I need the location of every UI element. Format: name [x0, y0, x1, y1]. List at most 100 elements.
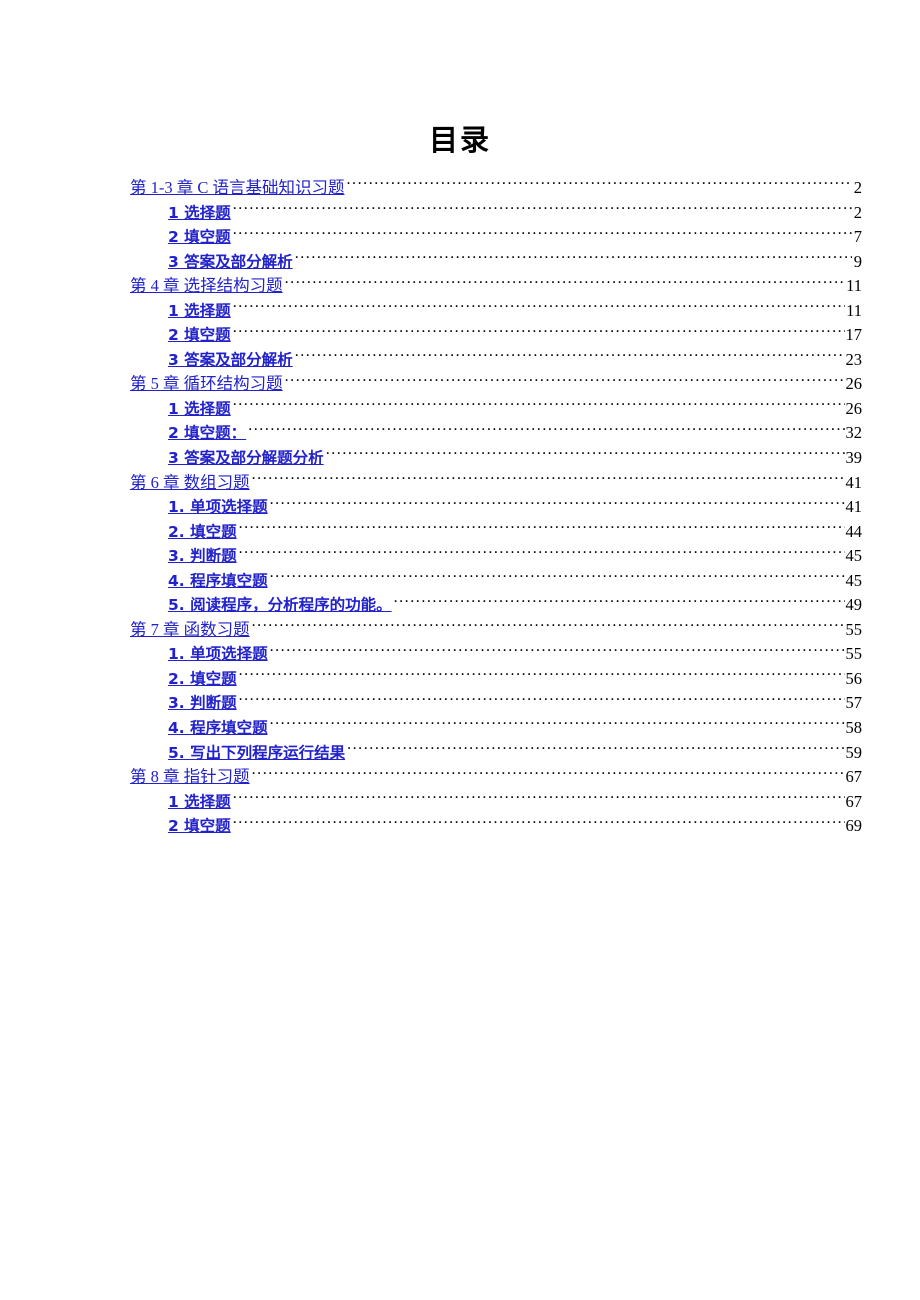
toc-page-number: 67 [845, 791, 863, 811]
toc-entry[interactable]: 2 填空题 17 [130, 323, 862, 348]
toc-entry[interactable]: 第 5 章 循环结构习题 26 [130, 372, 862, 397]
toc-entry-link[interactable]: 第 8 章 指针习题 [130, 765, 250, 790]
toc-page-number: 45 [845, 546, 863, 566]
toc-dot-leader [239, 521, 845, 537]
toc-page-number: 41 [845, 472, 863, 492]
toc-entry-link[interactable]: 1. 单项选择题 [168, 495, 268, 520]
toc-entry[interactable]: 1 选择题 2 [130, 201, 862, 226]
toc-dot-leader [285, 373, 845, 389]
toc-entry-link[interactable]: 2 填空题 [168, 225, 231, 250]
toc-dot-leader [252, 619, 845, 635]
toc-entry[interactable]: 2 填空题 69 [130, 814, 862, 839]
toc-page-number: 67 [845, 767, 863, 787]
toc-entry-link[interactable]: 2. 填空题 [168, 667, 237, 692]
toc-page-number: 57 [845, 693, 863, 713]
toc-dot-leader [248, 422, 844, 438]
toc-entry[interactable]: 第 1-3 章 C 语言基础知识习题 2 [130, 176, 862, 201]
toc-entry-link[interactable]: 3 答案及部分解析 [168, 348, 293, 373]
toc-entry[interactable]: 第 8 章 指针习题 67 [130, 765, 862, 790]
toc-page-number: 2 [853, 178, 862, 197]
toc-entry-link[interactable]: 1. 单项选择题 [168, 642, 268, 667]
toc-entry-link[interactable]: 第 1-3 章 C 语言基础知识习题 [130, 176, 345, 201]
toc-entry-link[interactable]: 第 5 章 循环结构习题 [130, 372, 283, 397]
toc-entry[interactable]: 3 答案及部分解题分析 39 [130, 446, 862, 471]
toc-entry-link[interactable]: 第 4 章 选择结构习题 [130, 274, 283, 299]
toc-entry[interactable]: 1. 单项选择题 41 [130, 495, 862, 520]
toc-entry[interactable]: 3 答案及部分解析 9 [130, 250, 862, 275]
toc-page-number: 69 [845, 816, 863, 836]
toc-entry[interactable]: 1 选择题 67 [130, 790, 862, 815]
toc-dot-leader [233, 398, 845, 414]
toc-dot-leader [239, 692, 845, 708]
toc-entry-link[interactable]: 5. 写出下列程序运行结果 [168, 741, 345, 766]
toc-page-number: 9 [853, 251, 862, 271]
toc-dot-leader [252, 472, 845, 488]
toc-entry[interactable]: 第 6 章 数组习题 41 [130, 471, 862, 496]
toc-entry-link[interactable]: 2 填空题 [168, 323, 231, 348]
toc-page-number: 11 [846, 300, 862, 320]
toc-entry[interactable]: 1. 单项选择题 55 [130, 642, 862, 667]
toc-entry-link[interactable]: 4. 程序填空题 [168, 569, 268, 594]
toc-page-number: 26 [845, 398, 863, 418]
toc-entry[interactable]: 2 填空题： 32 [130, 421, 862, 446]
toc-entry-link[interactable]: 第 6 章 数组习题 [130, 471, 250, 496]
toc-entry-link[interactable]: 第 7 章 函数习题 [130, 618, 250, 643]
toc-entry-link[interactable]: 1 选择题 [168, 397, 231, 422]
toc-page-number: 58 [845, 718, 863, 738]
toc-page-number: 2 [853, 202, 862, 222]
toc-entry-link[interactable]: 2 填空题 [168, 814, 231, 839]
toc-entry[interactable]: 2. 填空题 56 [130, 667, 862, 692]
toc-entry[interactable]: 1 选择题 11 [130, 299, 862, 324]
toc-page-number: 41 [845, 497, 863, 517]
toc-entry[interactable]: 1 选择题 26 [130, 397, 862, 422]
toc-entry-link[interactable]: 1 选择题 [168, 201, 231, 226]
toc-entry-link[interactable]: 5. 阅读程序，分析程序的功能。 [168, 593, 392, 618]
toc-page-number: 49 [845, 595, 863, 615]
toc-dot-leader [233, 202, 852, 218]
table-of-contents: 第 1-3 章 C 语言基础知识习题 2 1 选择题 2 2 填空题 7 3 答案及部分解析… [130, 176, 862, 839]
page-title: 目录 [428, 125, 491, 157]
document-page: 目录 第 1-3 章 C 语言基础知识习题 2 1 选择题 2 2 填空题 7 3 答案及部… [0, 0, 920, 1300]
toc-dot-leader [285, 275, 845, 291]
toc-entry[interactable]: 3 答案及部分解析 23 [130, 348, 862, 373]
toc-entry-link[interactable]: 3 答案及部分解析 [168, 250, 293, 275]
toc-entry-link[interactable]: 3. 判断题 [168, 544, 237, 569]
toc-entry[interactable]: 4. 程序填空题 58 [130, 716, 862, 741]
toc-entry[interactable]: 5. 写出下列程序运行结果 59 [130, 741, 862, 766]
toc-page-number: 11 [846, 276, 862, 296]
toc-entry-link[interactable]: 4. 程序填空题 [168, 716, 268, 741]
toc-dot-leader [326, 447, 845, 463]
toc-entry[interactable]: 3. 判断题 45 [130, 544, 862, 569]
toc-entry-link[interactable]: 3 答案及部分解题分析 [168, 446, 324, 471]
toc-entry-link[interactable]: 1 选择题 [168, 790, 231, 815]
toc-entry[interactable]: 第 7 章 函数习题 55 [130, 618, 862, 643]
toc-entry[interactable]: 3. 判断题 57 [130, 691, 862, 716]
toc-dot-leader [270, 717, 845, 733]
toc-page-number: 26 [845, 374, 863, 394]
toc-dot-leader [295, 349, 845, 365]
toc-entry-link[interactable]: 1 选择题 [168, 299, 231, 324]
toc-dot-leader [270, 496, 845, 512]
toc-entry-link[interactable]: 2. 填空题 [168, 520, 237, 545]
toc-dot-leader [239, 668, 845, 684]
toc-entry[interactable]: 5. 阅读程序，分析程序的功能。 49 [130, 593, 862, 618]
toc-entry[interactable]: 4. 程序填空题 45 [130, 569, 862, 594]
toc-entry-link[interactable]: 2 填空题： [168, 421, 246, 446]
toc-dot-leader [295, 251, 852, 267]
toc-entry[interactable]: 2 填空题 7 [130, 225, 862, 250]
toc-dot-leader [270, 570, 845, 586]
toc-page-number: 17 [845, 325, 863, 345]
toc-entry-link[interactable]: 3. 判断题 [168, 691, 237, 716]
toc-dot-leader [347, 177, 853, 193]
toc-page-number: 39 [845, 448, 863, 468]
toc-dot-leader [394, 594, 845, 610]
toc-entry[interactable]: 第 4 章 选择结构习题 11 [130, 274, 862, 299]
toc-dot-leader [233, 226, 852, 242]
toc-entry[interactable]: 2. 填空题 44 [130, 520, 862, 545]
toc-dot-leader [233, 324, 845, 340]
toc-dot-leader [233, 791, 845, 807]
toc-dot-leader [347, 742, 844, 758]
toc-page-number: 56 [845, 668, 863, 688]
toc-page-number: 45 [845, 570, 863, 590]
toc-dot-leader [233, 300, 845, 316]
